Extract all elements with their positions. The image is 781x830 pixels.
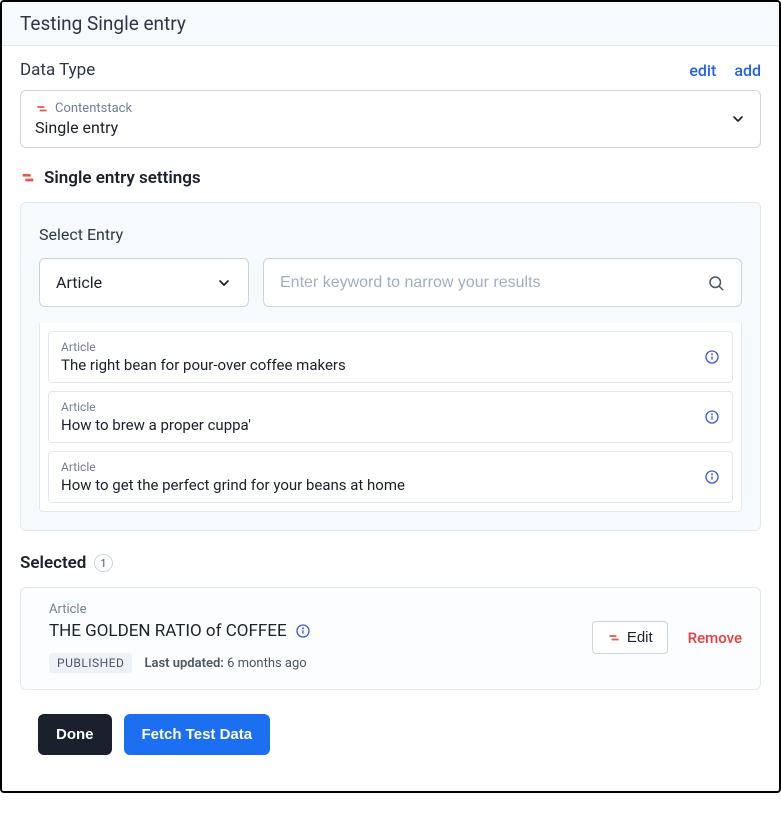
selected-count-badge: 1 [94,554,112,572]
result-text: Article How to brew a proper cuppa' [61,400,251,434]
search-field[interactable] [263,258,742,307]
status-badge: PUBLISHED [49,653,132,673]
contentstack-icon [35,102,49,116]
updated-label: Last updated: [144,656,223,671]
result-text: Article The right bean for pour-over cof… [61,340,346,374]
info-icon[interactable] [295,623,311,639]
selected-type: Article [49,602,311,617]
selected-title: THE GOLDEN RATIO of COFFEE [49,621,287,641]
select-entry-label: Select Entry [39,225,742,244]
entry-controls: Article [39,258,742,307]
selected-card: Article THE GOLDEN RATIO of COFFEE PUBLI… [20,587,761,690]
edit-button-label: Edit [627,629,653,646]
chevron-down-icon [216,275,232,291]
contentstack-icon [20,170,36,186]
modal-footer: Done Fetch Test Data [20,690,761,773]
remove-button[interactable]: Remove [688,629,742,647]
result-type: Article [61,460,405,474]
data-type-provider: Contentstack [35,101,132,116]
selected-title-row: THE GOLDEN RATIO of COFFEE [49,621,311,641]
info-icon[interactable] [704,409,720,425]
result-item[interactable]: Article How to get the perfect grind for… [48,451,733,503]
data-type-select[interactable]: Contentstack Single entry [20,90,761,148]
results-list: Article The right bean for pour-over cof… [39,323,742,512]
content-type-select[interactable]: Article [39,258,249,307]
data-type-row: Data Type edit add [20,60,761,80]
settings-panel: Select Entry Article [20,202,761,531]
selected-heading: Selected [20,553,86,573]
fetch-test-data-button[interactable]: Fetch Test Data [124,714,271,755]
contentstack-icon [607,631,621,645]
result-type: Article [61,400,251,414]
selected-heading-row: Selected 1 [20,553,761,573]
settings-heading-row: Single entry settings [20,168,761,188]
result-type: Article [61,340,346,354]
chevron-down-icon [730,111,746,127]
modal-header: Testing Single entry [2,2,779,46]
data-type-text: Contentstack Single entry [35,101,132,137]
result-title: The right bean for pour-over coffee make… [61,356,346,374]
edit-button[interactable]: Edit [592,621,668,654]
result-title: How to brew a proper cuppa' [61,416,251,434]
settings-heading: Single entry settings [44,168,201,188]
data-type-actions: edit add [689,61,761,80]
selected-actions: Edit Remove [592,621,742,654]
info-icon[interactable] [704,469,720,485]
result-title: How to get the perfect grind for your be… [61,476,405,494]
selected-info: Article THE GOLDEN RATIO of COFFEE PUBLI… [49,602,311,673]
modal: Testing Single entry Data Type edit add … [0,0,781,793]
search-icon [707,274,725,292]
updated-value: 6 months ago [227,656,307,671]
content-type-value: Article [56,273,102,292]
info-icon[interactable] [704,349,720,365]
modal-title: Testing Single entry [20,12,186,35]
edit-link[interactable]: edit [689,61,716,80]
data-type-label: Data Type [20,60,95,80]
updated-meta: Last updated: 6 months ago [144,656,306,671]
data-type-value: Single entry [35,118,132,137]
modal-body: Data Type edit add Contentstack Single e… [2,46,779,791]
provider-name: Contentstack [55,101,132,116]
search-input[interactable] [280,260,707,306]
result-item[interactable]: Article The right bean for pour-over cof… [48,331,733,383]
add-link[interactable]: add [734,61,761,80]
selected-meta: PUBLISHED Last updated: 6 months ago [49,653,311,673]
result-text: Article How to get the perfect grind for… [61,460,405,494]
done-button[interactable]: Done [38,714,112,755]
result-item[interactable]: Article How to brew a proper cuppa' [48,391,733,443]
